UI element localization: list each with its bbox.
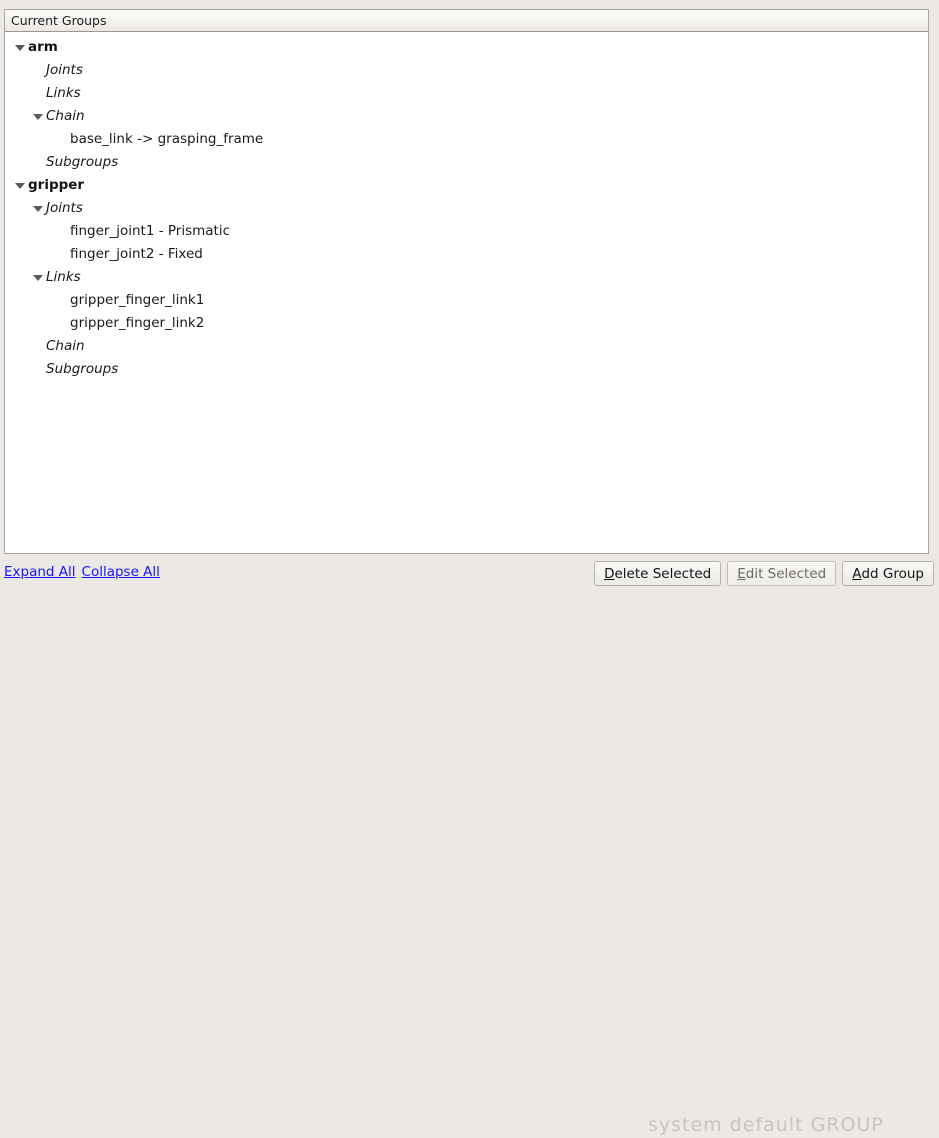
chevron-down-icon[interactable] — [29, 197, 46, 220]
tree-row[interactable]: Subgroups — [5, 358, 928, 381]
tree-row-label: Subgroups — [46, 361, 119, 377]
bottom-toolbar: system default GROUP Expand All Collapse… — [0, 554, 939, 1136]
tree-spacer-icon — [29, 151, 46, 174]
tree-spacer-icon — [29, 358, 46, 381]
tree-spacer-icon — [53, 128, 70, 151]
tree-row[interactable]: Links — [5, 82, 928, 105]
tree-row-label: Links — [46, 85, 81, 101]
tree-spacer-icon — [29, 335, 46, 358]
tree-row-label: Subgroups — [46, 154, 119, 170]
groups-panel-title: Current Groups — [11, 13, 107, 28]
groups-panel-header: Current Groups — [5, 10, 928, 32]
tree-row[interactable]: Joints — [5, 59, 928, 82]
chevron-down-icon[interactable] — [29, 105, 46, 128]
tree-row-label: gripper — [28, 177, 85, 193]
tree-spacer-icon — [29, 82, 46, 105]
tree-row[interactable]: Joints — [5, 197, 928, 220]
edit-selected-button: Edit Selected — [727, 561, 837, 586]
tree-row[interactable]: finger_joint2 - Fixed — [5, 243, 928, 266]
tree-row[interactable]: Links — [5, 266, 928, 289]
tree-spacer-icon — [53, 220, 70, 243]
add-group-button[interactable]: Add Group — [842, 561, 934, 586]
chevron-down-icon[interactable] — [11, 36, 28, 59]
tree-row-label: Chain — [46, 108, 85, 124]
tree-row-label: Joints — [46, 200, 83, 216]
tree-row-label: arm — [28, 39, 58, 55]
tree-row[interactable]: Subgroups — [5, 151, 928, 174]
tree-spacer-icon — [53, 243, 70, 266]
tree-row-label: Joints — [46, 62, 83, 78]
tree-row-label: gripper_finger_link2 — [70, 315, 205, 331]
tree-spacer-icon — [29, 59, 46, 82]
tree-row[interactable]: gripper_finger_link2 — [5, 312, 928, 335]
tree-row-label: Links — [46, 269, 81, 285]
button-label: dd Group — [861, 565, 924, 582]
tree-row[interactable]: arm — [5, 36, 928, 59]
tree-row-label: base_link -> grasping_frame — [70, 131, 264, 147]
tree-row-label: Chain — [46, 338, 85, 354]
tree-row[interactable]: Chain — [5, 105, 928, 128]
button-mnemonic: E — [737, 565, 746, 582]
button-label: elete Selected — [614, 565, 712, 582]
group-action-buttons: Delete Selected Edit Selected Add Group — [594, 561, 934, 586]
chevron-down-icon[interactable] — [29, 266, 46, 289]
tree-row[interactable]: Chain — [5, 335, 928, 358]
delete-selected-button[interactable]: Delete Selected — [594, 561, 722, 586]
current-groups-panel: Current Groups arm Joints Links Chain base_l… — [4, 9, 929, 554]
tree-row-label: gripper_finger_link1 — [70, 292, 205, 308]
tree-row[interactable]: base_link -> grasping_frame — [5, 128, 928, 151]
tree-spacer-icon — [53, 289, 70, 312]
tree-row[interactable]: finger_joint1 - Prismatic — [5, 220, 928, 243]
button-mnemonic: A — [852, 565, 862, 582]
collapse-all-link[interactable]: Collapse All — [82, 564, 160, 580]
button-label: dit Selected — [745, 565, 827, 582]
groups-tree[interactable]: arm Joints Links Chain base_link -> grasping… — [5, 32, 928, 553]
expand-all-link[interactable]: Expand All — [4, 564, 76, 580]
tree-link-actions: Expand All Collapse All — [4, 564, 160, 580]
chevron-down-icon[interactable] — [11, 174, 28, 197]
watermark-text: system default GROUP — [648, 1114, 884, 1136]
tree-row[interactable]: gripper — [5, 174, 928, 197]
button-mnemonic: D — [604, 565, 615, 582]
tree-row-label: finger_joint1 - Prismatic — [70, 223, 231, 239]
tree-row-label: finger_joint2 - Fixed — [70, 246, 203, 262]
tree-spacer-icon — [53, 312, 70, 335]
tree-row[interactable]: gripper_finger_link1 — [5, 289, 928, 312]
